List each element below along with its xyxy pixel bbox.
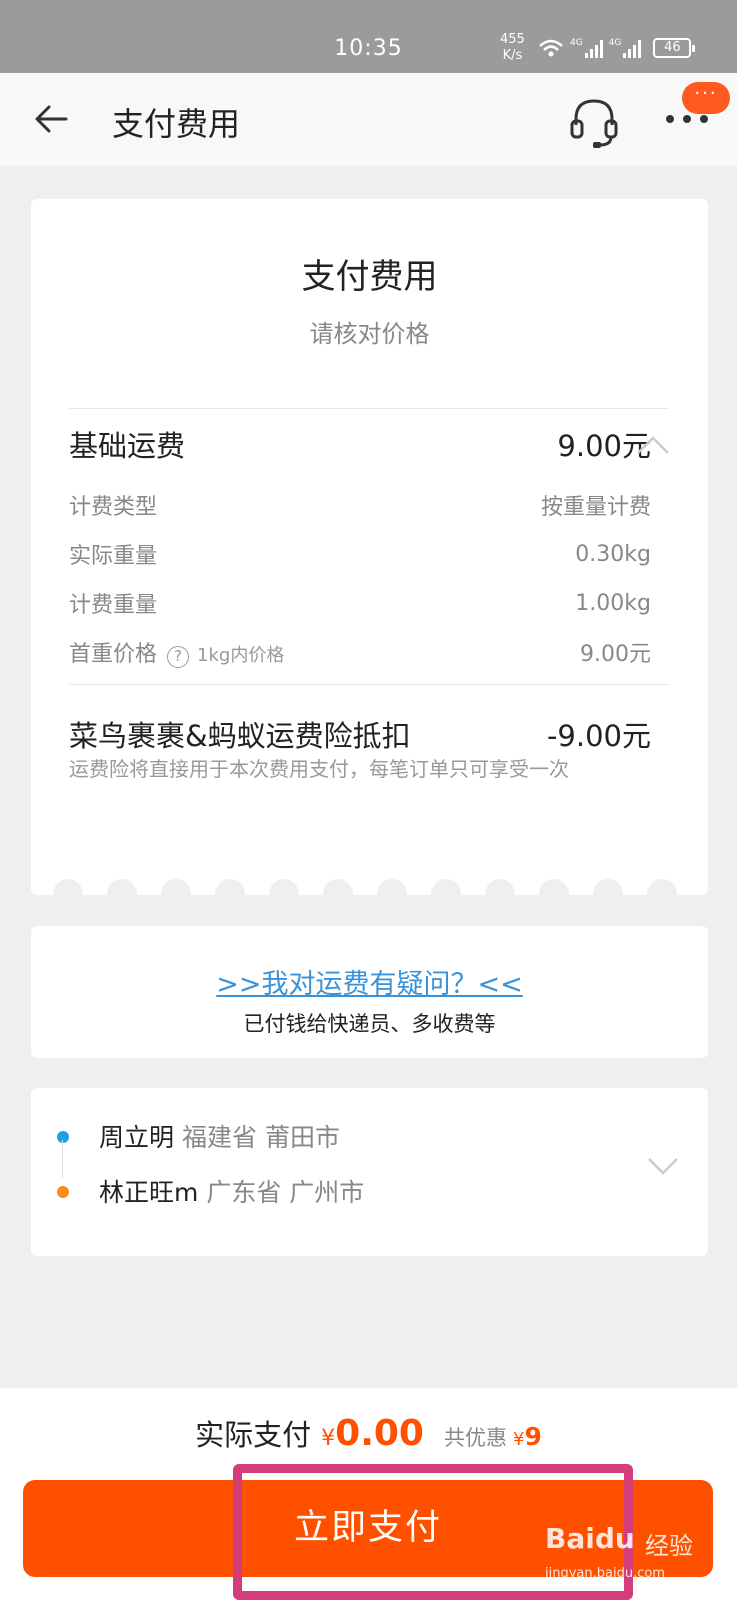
fee-card: 支付费用 请核对价格 基础运费 9.00元 计费类型 按重量计费 实际重量 0.… (31, 199, 708, 895)
total-value: 0.00 (335, 1413, 424, 1454)
nav-bar: 支付费用 (0, 73, 737, 166)
card-title: 支付费用 (301, 257, 438, 297)
total-row: 实际支付 ¥0.00 共优惠 ¥9 (0, 1412, 737, 1454)
insurance-value: -9.00元 (546, 719, 651, 753)
receiver-dot (57, 1186, 69, 1198)
watermark-word: 经验 (645, 1532, 693, 1560)
fee-question-subtext: 已付钱给快递员、多收费等 (243, 1012, 496, 1036)
discount-currency: ¥ (512, 1429, 525, 1450)
route-card[interactable]: 周立明 福建省 莆田市 林正旺m 广东省 广州市 (31, 1088, 708, 1256)
detail-label: 实际重量 (69, 544, 158, 569)
insurance-note: 运费险将直接用于本次费用支付，每笔订单只可享受一次 (69, 757, 569, 781)
detail-row-actual-weight: 实际重量 0.30kg (69, 538, 651, 570)
first-weight-label-group: 首重价格? 1kg内价格 (69, 636, 284, 668)
receiver-name: 林正旺m (99, 1178, 199, 1207)
detail-row-billing-weight: 计费重量 1.00kg (69, 587, 651, 619)
discount-value: 9 (524, 1422, 542, 1451)
total-currency: ¥ (321, 1426, 336, 1451)
network-speed-value: 455 (500, 32, 525, 47)
total-label: 实际支付 (195, 1418, 312, 1452)
network-speed: 455 K/s (500, 32, 525, 64)
sender-name: 周立明 (99, 1123, 175, 1152)
detail-value: 1.00kg (575, 590, 651, 616)
signal-icon-2 (623, 40, 642, 58)
status-bar: 10:35 455 K/s 4G 4G 46 (0, 0, 737, 73)
headset-icon[interactable] (566, 93, 622, 149)
sender-row: 周立明 福建省 莆田市 (99, 1118, 340, 1154)
detail-label: 计费类型 (69, 495, 158, 520)
divider (69, 684, 669, 685)
fee-question-link[interactable]: >>我对运费有疑问？<< (31, 962, 708, 1001)
wifi-icon (539, 39, 563, 57)
detail-row-first-weight: 首重价格? 1kg内价格 9.00元 (69, 636, 651, 668)
battery-icon: 46 (653, 38, 696, 58)
divider (69, 408, 669, 409)
watermark-brand: Baidu (545, 1522, 635, 1555)
card-scallop-edge (31, 879, 708, 895)
detail-value: 9.00元 (580, 642, 651, 667)
receiver-row: 林正旺m 广东省 广州市 (99, 1173, 364, 1209)
watermark-url: jingyan.baidu.com (545, 1566, 665, 1581)
sender-location: 福建省 莆田市 (182, 1123, 340, 1152)
route-line (62, 1140, 63, 1178)
detail-label: 计费重量 (69, 593, 158, 618)
chevron-up-icon[interactable] (636, 435, 670, 455)
signal-icon-1 (584, 40, 603, 58)
detail-value: 0.30kg (575, 541, 651, 567)
network-speed-unit: K/s (502, 48, 523, 63)
detail-row-billing-type: 计费类型 按重量计费 (69, 489, 651, 521)
sender-dot (57, 1131, 69, 1143)
page-title: 支付费用 (112, 105, 241, 143)
baidu-watermark: Baidu 经验 jingyan.baidu.com (545, 1522, 725, 1592)
receiver-location: 广东省 广州市 (206, 1178, 365, 1207)
chevron-down-icon[interactable] (647, 1156, 679, 1176)
arrow-left-icon[interactable] (32, 99, 72, 139)
base-fee-row[interactable]: 基础运费 9.00元 (69, 423, 651, 465)
status-icons: 4G 4G 46 (538, 38, 696, 58)
discount-label: 共优惠 (443, 1426, 507, 1450)
question-mark-icon[interactable]: ? (167, 645, 190, 668)
fee-question-card: >>我对运费有疑问？<< 已付钱给快递员、多收费等 (31, 926, 708, 1058)
first-weight-hint: 1kg内价格 (197, 645, 285, 666)
insurance-label: 菜鸟裹裹&蚂蚁运费险抵扣 (69, 719, 411, 753)
card-subtitle: 请核对价格 (309, 320, 430, 348)
insurance-row: 菜鸟裹裹&蚂蚁运费险抵扣 -9.00元 (69, 713, 651, 755)
network-type-2: 4G (608, 38, 622, 48)
base-fee-label: 基础运费 (69, 429, 186, 463)
message-badge[interactable]: ··· (682, 82, 730, 114)
detail-value: 按重量计费 (540, 495, 651, 520)
network-type-1: 4G (570, 38, 583, 48)
detail-label: 首重价格 (69, 642, 158, 667)
